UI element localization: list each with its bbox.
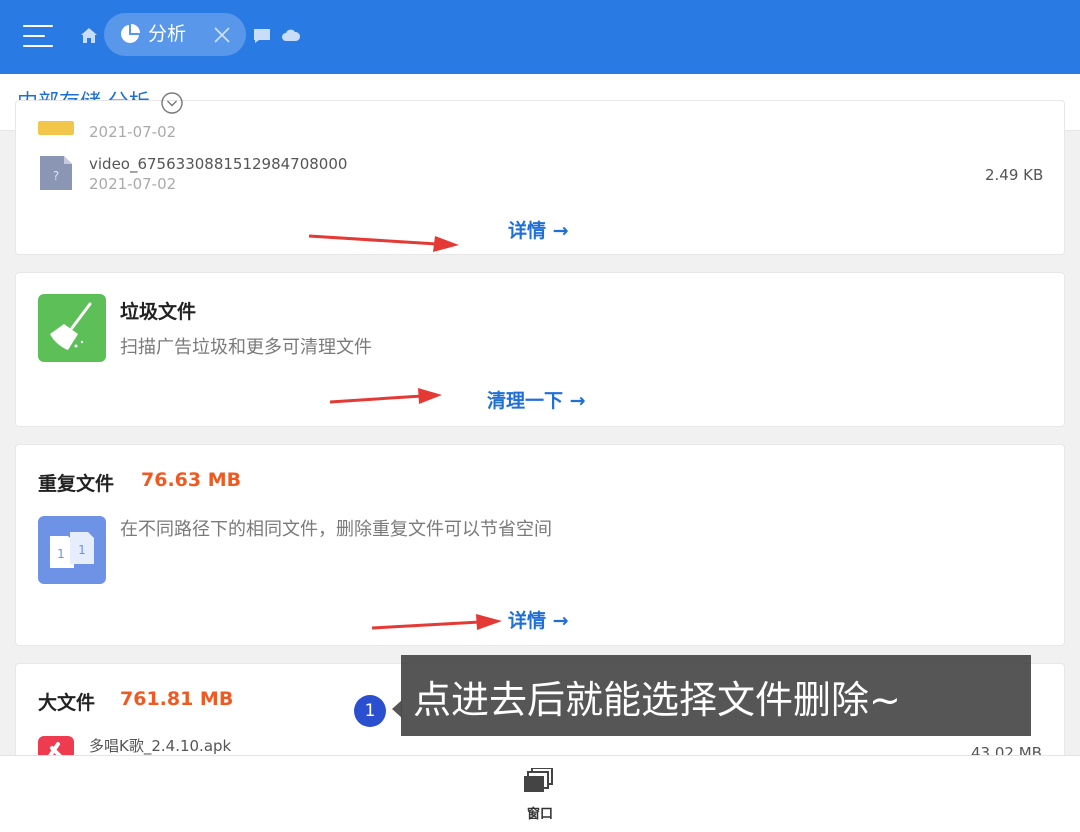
- file-size: 2.49 KB: [985, 166, 1044, 184]
- card-description: 在不同路径下的相同文件，删除重复文件可以节省空间: [120, 519, 552, 540]
- duplicate-files-card[interactable]: 重复文件 76.63 MB 1 1 在不同路径下的相同文件，删除重复文件可以节省…: [15, 444, 1065, 646]
- folder-icon: [38, 121, 74, 135]
- file-date: 2021-07-02: [89, 123, 177, 141]
- tab-label: 分析: [148, 23, 187, 45]
- card-title: 重复文件: [38, 473, 115, 495]
- cloud-icon[interactable]: [282, 28, 300, 42]
- menu-icon[interactable]: [23, 25, 53, 47]
- duplicate-files-icon: 1 1: [38, 516, 106, 584]
- file-name[interactable]: 多唱K歌_2.4.10.apk: [89, 735, 231, 756]
- annotation-arrow: [329, 388, 442, 404]
- annotation-arrow: [371, 614, 502, 630]
- pie-chart-icon: [121, 24, 140, 43]
- broom-icon: [38, 294, 106, 362]
- card-title: 垃圾文件: [120, 301, 197, 323]
- card-title: 大文件: [38, 692, 96, 714]
- svg-text:1: 1: [57, 547, 65, 561]
- app-toolbar: 分析: [0, 0, 1080, 74]
- tab-analysis[interactable]: 分析: [104, 13, 246, 56]
- size-badge: 76.63 MB: [141, 469, 242, 491]
- unknown-file-icon: ?: [40, 156, 72, 190]
- close-icon[interactable]: [214, 27, 230, 43]
- file-date: 2021-07-02: [89, 175, 177, 193]
- file-name[interactable]: video_6756330881512984708000: [89, 155, 347, 173]
- windows-icon[interactable]: [524, 768, 554, 792]
- caption-overlay: 点进去后就能选择文件删除~: [401, 655, 1031, 736]
- svg-text:?: ?: [53, 169, 59, 183]
- home-icon[interactable]: [81, 28, 97, 43]
- caption-text: 点进去后就能选择文件删除~: [413, 678, 901, 722]
- size-badge: 761.81 MB: [120, 688, 234, 710]
- annotation-arrow: [308, 234, 459, 252]
- chevron-down-icon[interactable]: [161, 92, 183, 114]
- bottom-nav: 窗口: [0, 755, 1080, 832]
- details-link[interactable]: 详情 →: [508, 606, 569, 633]
- windows-label[interactable]: 窗口: [0, 803, 1080, 822]
- recent-files-card: 2021-07-02 ? video_675633088151298470800…: [15, 100, 1065, 255]
- clean-up-link[interactable]: 清理一下 →: [487, 386, 586, 413]
- details-link[interactable]: 详情 →: [508, 216, 569, 243]
- card-description: 扫描广告垃圾和更多可清理文件: [120, 337, 372, 358]
- chat-icon[interactable]: [253, 28, 271, 44]
- step-badge: 1: [354, 695, 386, 727]
- junk-files-card[interactable]: 垃圾文件 扫描广告垃圾和更多可清理文件 清理一下 →: [15, 272, 1065, 427]
- svg-text:1: 1: [78, 543, 86, 557]
